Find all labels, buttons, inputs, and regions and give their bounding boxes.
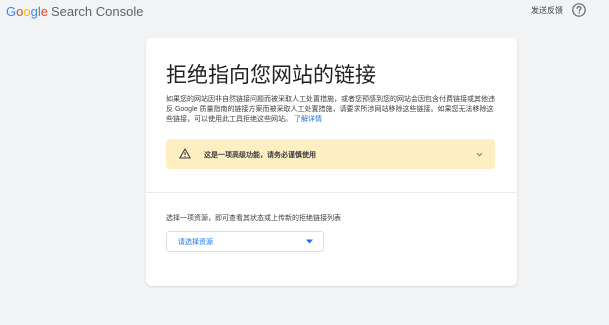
select-property-label: 选择一项资源，即可查看其状态或上传新的拒绝链接列表 (166, 215, 341, 222)
logo-letter: G (6, 4, 17, 19)
learn-more-link[interactable]: 了解详情 (294, 116, 322, 123)
page-title: 拒绝指向您网站的链接 (166, 64, 376, 87)
google-search-console-logo[interactable]: Google Search Console (6, 4, 143, 19)
logo-letter: g (30, 4, 38, 19)
property-select-placeholder: 请选择资源 (178, 239, 213, 246)
page-description: 如果您的网站因非自然链接问题而被采取人工处置措施，或者您预感到您的网站会因包含付… (166, 95, 496, 125)
product-name: Search Console (50, 4, 144, 19)
property-select-dropdown[interactable]: 请选择资源 (166, 231, 324, 252)
divider (146, 192, 517, 193)
logo-letter: e (40, 4, 48, 19)
logo-letter: o (23, 4, 31, 19)
warning-text: 这是一项高级功能，请务必谨慎使用 (204, 152, 316, 159)
top-bar: Google Search Console 发送反馈 (0, 0, 609, 22)
chevron-down-icon[interactable] (475, 150, 484, 159)
help-circle-icon[interactable] (571, 2, 587, 18)
dropdown-arrow-icon (306, 239, 313, 244)
disavow-card: 拒绝指向您网站的链接 如果您的网站因非自然链接问题而被采取人工处置措施，或者您预… (146, 38, 517, 286)
warning-triangle-icon (179, 148, 191, 159)
advanced-feature-warning[interactable]: 这是一项高级功能，请务必谨慎使用 (166, 139, 495, 169)
send-feedback-link[interactable]: 发送反馈 (531, 5, 563, 16)
description-text: 如果您的网站因非自然链接问题而被采取人工处置措施，或者您预感到您的网站会因包含付… (166, 96, 495, 123)
